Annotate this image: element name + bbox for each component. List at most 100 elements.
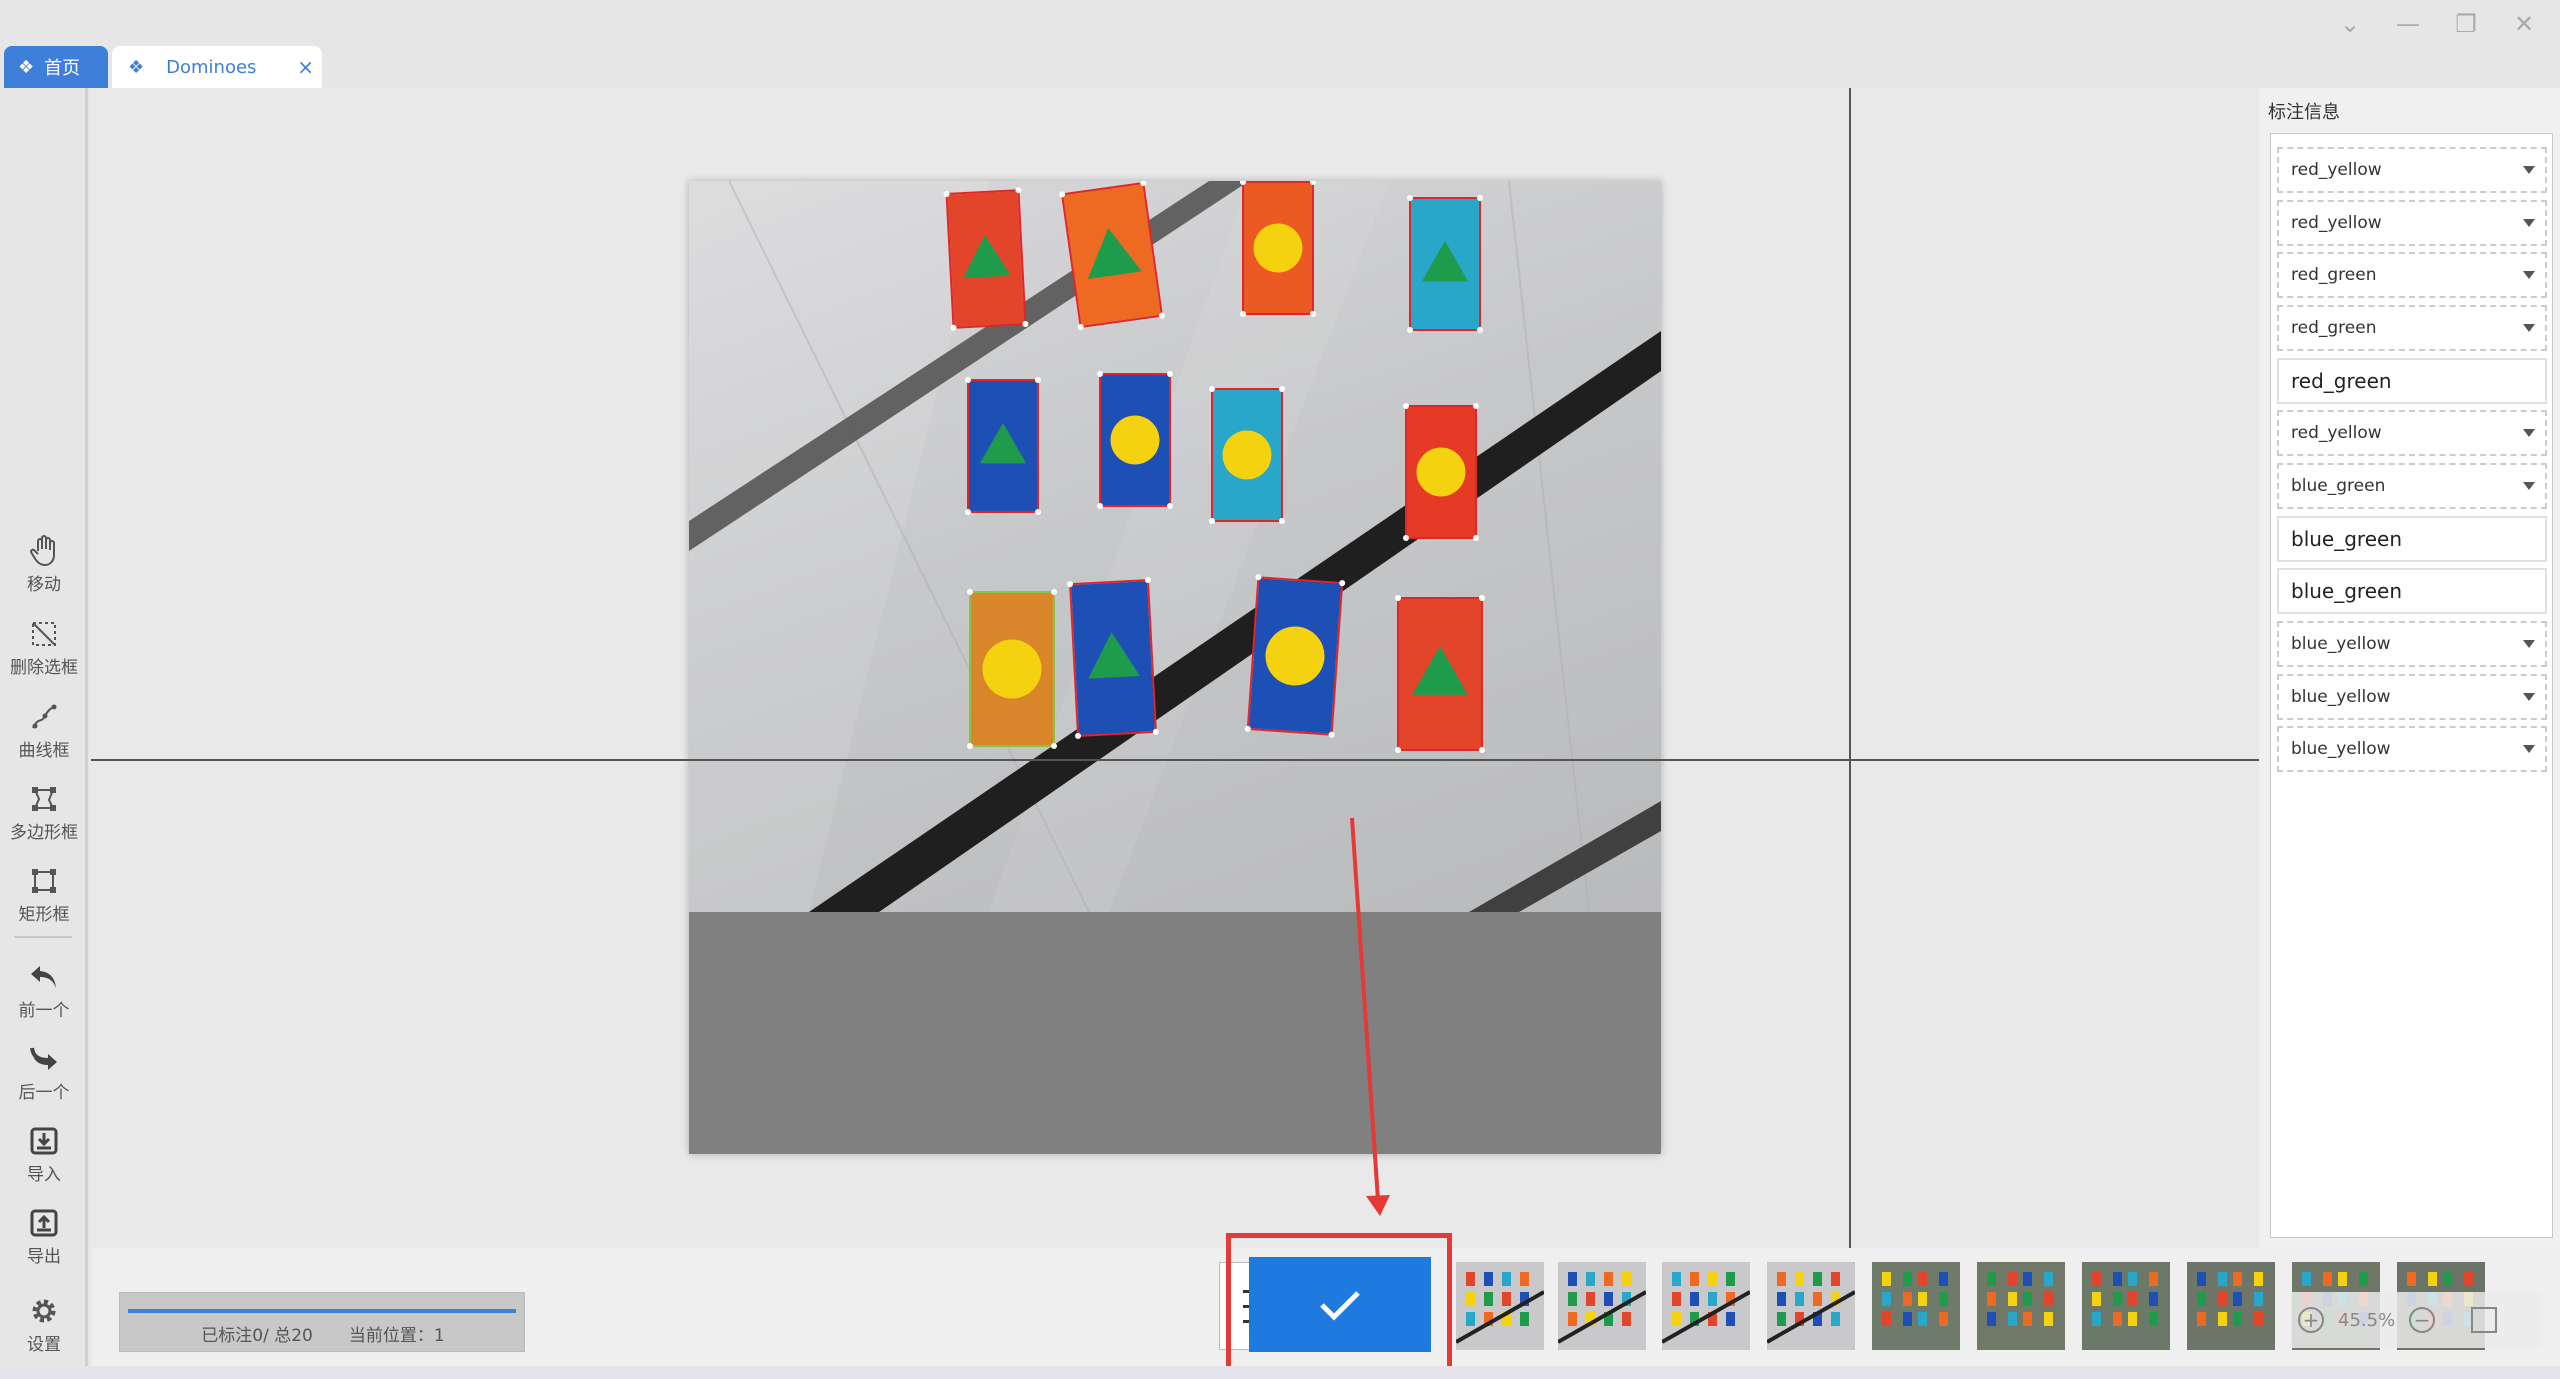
thumbnail-domino [2443, 1272, 2452, 1286]
box-handle[interactable] [1473, 535, 1479, 541]
thumbnail-domino [2149, 1312, 2158, 1326]
thumbnail-domino [1568, 1272, 1577, 1286]
label-text[interactable]: blue_green [2277, 568, 2547, 615]
box-handle[interactable] [1279, 518, 1285, 524]
thumbnail[interactable] [1872, 1262, 1960, 1350]
rect-box-tool-button[interactable]: 矩形框 [0, 864, 88, 925]
thumbnail-domino [1726, 1312, 1735, 1326]
confirm-button[interactable] [1249, 1257, 1431, 1352]
thumbnail-domino [2233, 1272, 2242, 1286]
export-button[interactable]: 导出 [0, 1206, 88, 1267]
box-handle[interactable] [1479, 747, 1485, 753]
label-select[interactable]: blue_green [2277, 463, 2547, 509]
box-handle[interactable] [1035, 377, 1041, 383]
thumbnail[interactable] [1557, 1262, 1647, 1350]
box-handle[interactable] [1407, 327, 1413, 333]
box-handle[interactable] [1051, 743, 1057, 749]
thumbnail-domino [2008, 1292, 2017, 1306]
box-handle[interactable] [1097, 503, 1103, 509]
box-handle[interactable] [1035, 509, 1041, 515]
box-handle[interactable] [1209, 386, 1215, 392]
thumbnail[interactable] [2082, 1262, 2170, 1350]
label-select[interactable]: red_yellow [2277, 199, 2547, 246]
thumbnail-domino [2197, 1312, 2206, 1326]
label-select[interactable]: red_yellow [2277, 410, 2547, 457]
box-handle[interactable] [965, 377, 971, 383]
image-viewport[interactable] [689, 181, 1661, 1154]
thumbnail-domino [2302, 1272, 2311, 1286]
tab-home[interactable]: ❖ 首页 [4, 46, 108, 88]
box-handle[interactable] [1310, 311, 1316, 317]
box-handle[interactable] [1407, 195, 1413, 201]
caret-down-icon [2523, 218, 2535, 227]
box-handle[interactable] [1395, 595, 1401, 601]
minimize-icon[interactable]: — [2392, 8, 2424, 40]
dropdown-icon[interactable]: ⌄ [2334, 8, 2366, 40]
domino [943, 187, 1029, 331]
import-button[interactable]: 导入 [0, 1124, 88, 1185]
thumbnail-domino [1831, 1312, 1840, 1326]
thumbnail[interactable] [1766, 1262, 1856, 1350]
box-handle[interactable] [1240, 311, 1246, 317]
thumbnail-domino [1813, 1272, 1822, 1286]
thumbnail-domino [2008, 1312, 2017, 1326]
box-handle[interactable] [1477, 327, 1483, 333]
box-handle[interactable] [1473, 403, 1479, 409]
thumbnail-domino [2254, 1272, 2263, 1286]
box-handle[interactable] [1051, 589, 1057, 595]
close-window-icon[interactable]: ✕ [2508, 8, 2540, 40]
prev-button[interactable]: 前一个 [0, 960, 88, 1021]
fit-screen-icon[interactable] [2471, 1307, 2498, 1333]
box-handle[interactable] [1279, 386, 1285, 392]
thumbnail[interactable] [1661, 1262, 1751, 1350]
curve-box-tool-button[interactable]: 曲线框 [0, 700, 88, 761]
thumbnail-domino [2233, 1292, 2242, 1306]
label-text[interactable]: blue_green [2277, 515, 2547, 562]
caret-down-icon [2523, 639, 2535, 648]
thumbnail[interactable] [1455, 1262, 1545, 1350]
diamond-icon: ❖ [18, 56, 35, 78]
label-select[interactable]: blue_yellow [2277, 726, 2547, 773]
label-list[interactable]: red_yellow red_yellow red_green red_green re… [2270, 133, 2553, 1238]
box-handle[interactable] [1395, 747, 1401, 753]
zoom-in-icon[interactable]: + [2298, 1307, 2324, 1333]
next-button[interactable]: 后一个 [0, 1042, 88, 1103]
move-tool-button[interactable]: 移动 [0, 534, 88, 595]
box-handle[interactable] [1167, 371, 1173, 377]
box-handle[interactable] [1479, 595, 1485, 601]
close-tab-icon[interactable]: × [297, 55, 314, 79]
label-select[interactable]: blue_yellow [2277, 620, 2547, 667]
box-handle[interactable] [1097, 371, 1103, 377]
thumbnail-domino [1690, 1272, 1699, 1286]
label-value: blue_green [2291, 579, 2402, 604]
polygon-box-tool-button[interactable]: 多边形框 [0, 782, 88, 843]
thumbnail[interactable] [2187, 1262, 2275, 1350]
box-handle[interactable] [965, 509, 971, 515]
label-text[interactable]: red_green [2277, 357, 2547, 404]
label-select[interactable]: red_green [2277, 252, 2547, 299]
box-handle[interactable] [1403, 535, 1409, 541]
tool-label: 设置 [27, 1335, 61, 1355]
box-handle[interactable] [1209, 518, 1215, 524]
settings-button[interactable]: 设置 [0, 1294, 88, 1355]
label-select[interactable]: blue_yellow [2277, 673, 2547, 720]
zoom-out-icon[interactable]: − [2409, 1307, 2436, 1333]
delete-box-tool-button[interactable]: 删除选框 [0, 617, 88, 678]
box-handle[interactable] [967, 743, 973, 749]
export-icon [27, 1206, 61, 1240]
thumbnail-domino [1939, 1272, 1948, 1286]
tab-dominoes[interactable]: ❖ Dominoes × [112, 46, 322, 88]
label-select[interactable]: red_yellow [2277, 147, 2547, 194]
box-handle[interactable] [1167, 503, 1173, 509]
box-handle[interactable] [1477, 195, 1483, 201]
thumbnail-image [1455, 1272, 1545, 1344]
box-handle[interactable] [967, 589, 973, 595]
label-select[interactable]: red_green [2277, 305, 2547, 352]
restore-icon[interactable]: ❐ [2450, 8, 2482, 40]
thumbnail-domino [2359, 1272, 2368, 1286]
polygon-icon [27, 782, 61, 816]
thumbnail-domino [2023, 1272, 2032, 1286]
box-handle[interactable] [1403, 403, 1409, 409]
thumbnail[interactable] [1977, 1262, 2065, 1350]
yellow-circle [982, 639, 1042, 699]
